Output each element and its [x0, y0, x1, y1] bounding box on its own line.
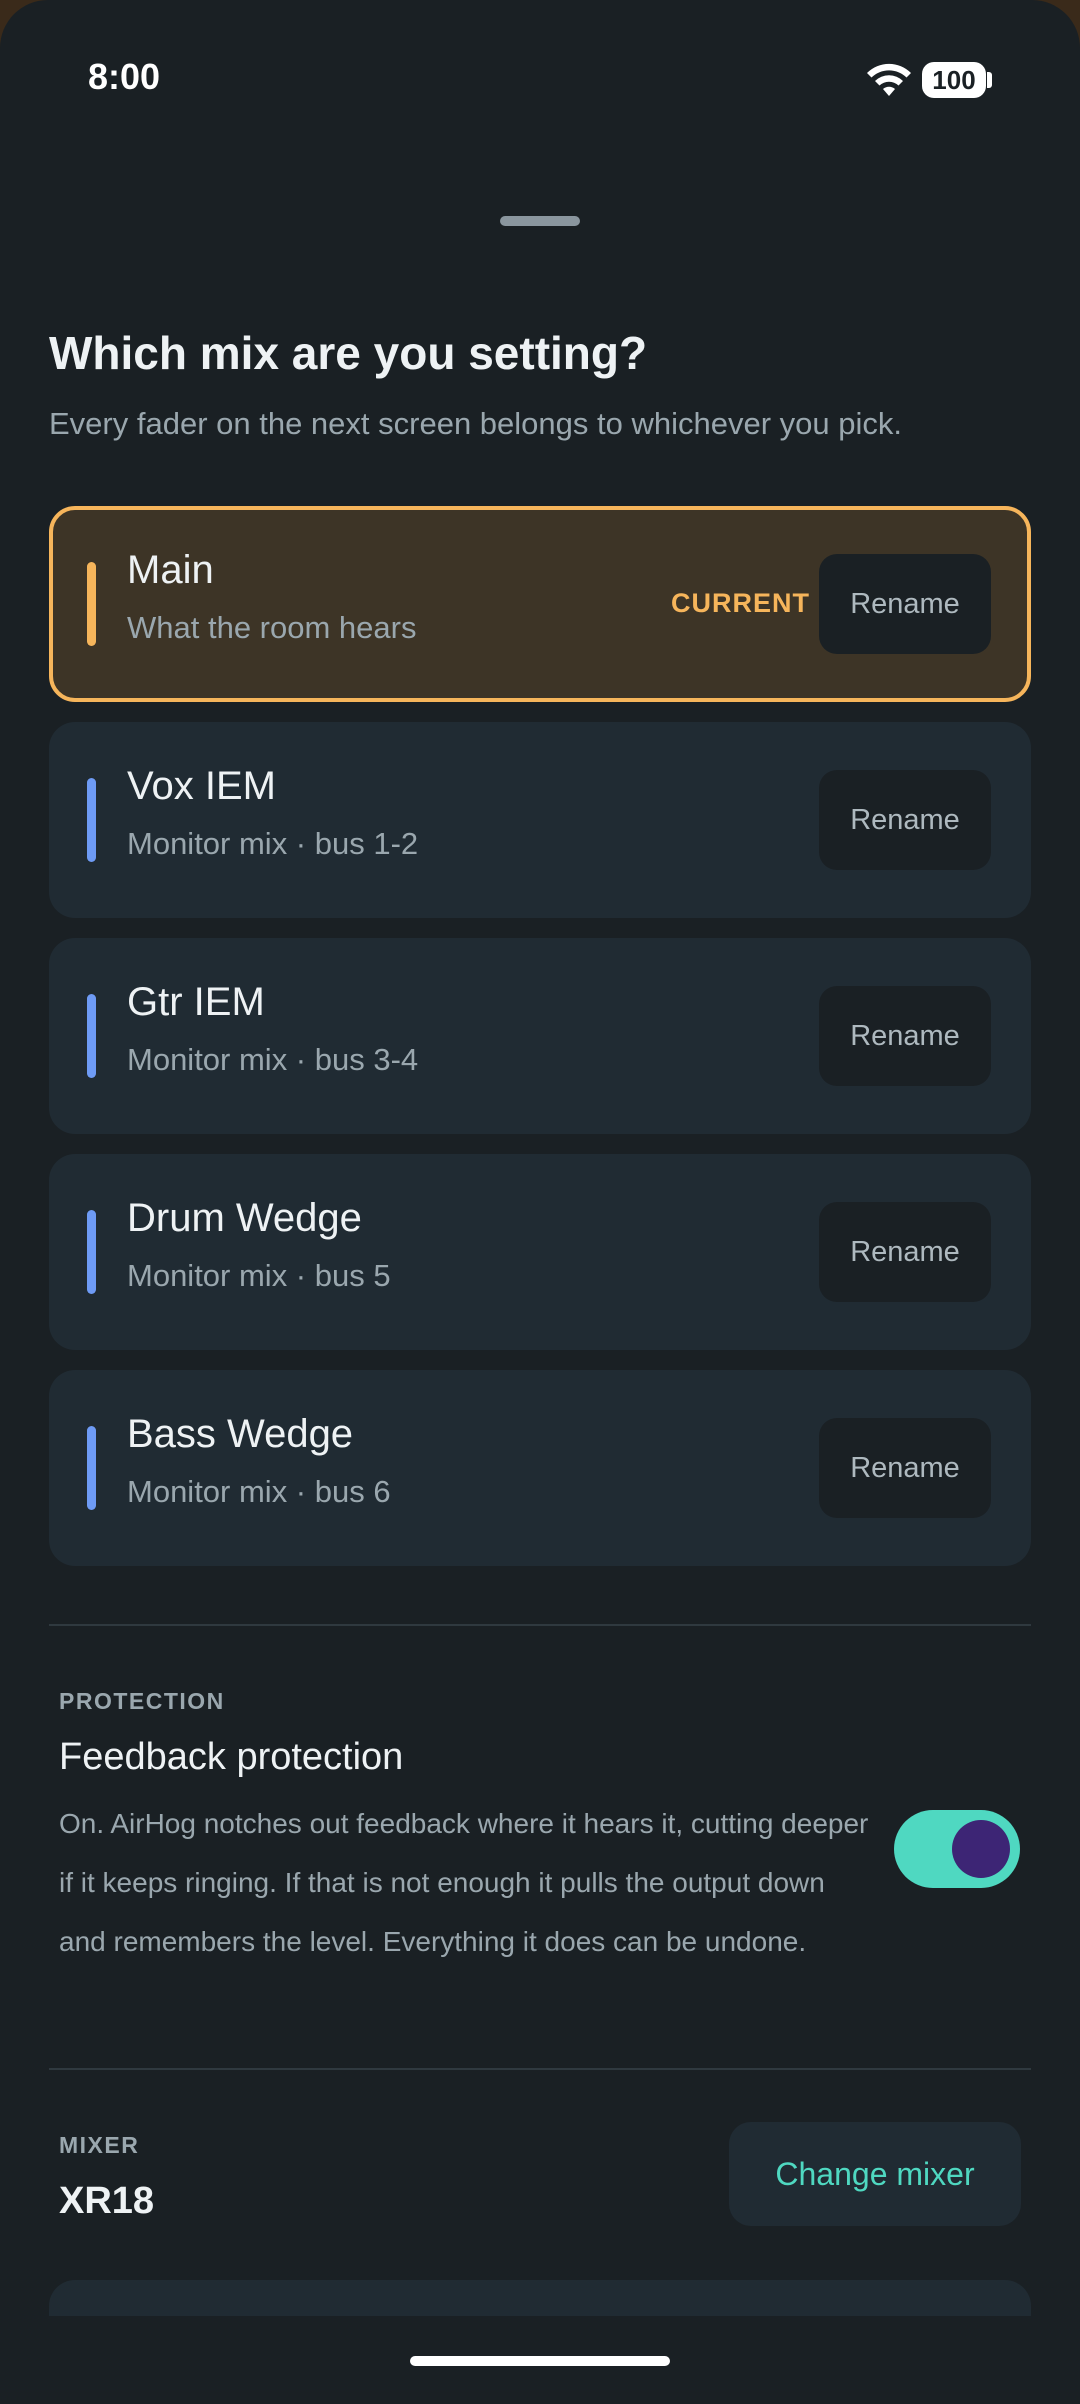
page-title: Which mix are you setting? — [49, 327, 648, 379]
mix-card-gtr-iem[interactable]: Gtr IEM Monitor mix · bus 3-4 Rename — [49, 938, 1031, 1134]
current-badge: CURRENT — [671, 588, 810, 618]
mix-name: Vox IEM — [127, 764, 276, 808]
protection-section-label: PROTECTION — [59, 1688, 225, 1714]
feedback-protection-toggle[interactable] — [894, 1810, 1020, 1888]
mix-description: Monitor mix · bus 3-4 — [127, 1042, 419, 1077]
mix-name: Main — [127, 548, 214, 592]
mix-card-main[interactable]: Main What the room hears CURRENT Rename — [49, 506, 1031, 702]
rename-button[interactable]: Rename — [819, 770, 991, 870]
mixer-section-label: MIXER — [59, 2132, 140, 2158]
toggle-knob — [952, 1820, 1010, 1878]
mix-accent-bar — [87, 994, 96, 1078]
mix-name: Drum Wedge — [127, 1196, 362, 1240]
mix-description: What the room hears — [127, 610, 417, 645]
status-time: 8:00 — [88, 56, 161, 97]
mix-accent-bar — [87, 778, 96, 862]
feedback-protection-description: On. AirHog notches out feedback where it… — [59, 1808, 869, 1957]
sheet-drag-handle[interactable] — [500, 216, 580, 226]
mix-card-drum-wedge[interactable]: Drum Wedge Monitor mix · bus 5 Rename — [49, 1154, 1031, 1350]
mix-description: Monitor mix · bus 1-2 — [127, 826, 419, 861]
section-divider — [49, 2068, 1031, 2070]
rename-button[interactable]: Rename — [819, 1418, 991, 1518]
mix-description: Monitor mix · bus 5 — [127, 1258, 391, 1293]
status-bar: 8:00 100 — [0, 0, 1080, 160]
rename-button[interactable]: Rename — [819, 986, 991, 1086]
home-indicator[interactable] — [410, 2356, 670, 2366]
mix-accent-bar — [87, 562, 96, 646]
mix-name: Gtr IEM — [127, 980, 265, 1024]
mix-card-bass-wedge[interactable]: Bass Wedge Monitor mix · bus 6 Rename — [49, 1370, 1031, 1566]
mix-accent-bar — [87, 1210, 96, 1294]
mixer-name: XR18 — [59, 2180, 155, 2222]
rename-button[interactable]: Rename — [819, 1202, 991, 1302]
feedback-protection-title: Feedback protection — [59, 1736, 404, 1778]
section-divider — [49, 1624, 1031, 1626]
rename-button[interactable]: Rename — [819, 554, 991, 654]
mix-accent-bar — [87, 1426, 96, 1510]
mix-selection-screen: 8:00 100 Which mix are you setting? Ever… — [0, 0, 1080, 2404]
page-subtitle: Every fader on the next screen belongs t… — [49, 406, 902, 441]
wifi-icon — [867, 63, 911, 96]
mix-name: Bass Wedge — [127, 1412, 354, 1456]
battery-icon: 100 — [922, 62, 986, 98]
battery-tip — [987, 72, 992, 88]
mix-card-vox-iem[interactable]: Vox IEM Monitor mix · bus 1-2 Rename — [49, 722, 1031, 918]
change-mixer-button[interactable]: Change mixer — [729, 2122, 1021, 2226]
mix-description: Monitor mix · bus 6 — [127, 1474, 391, 1509]
